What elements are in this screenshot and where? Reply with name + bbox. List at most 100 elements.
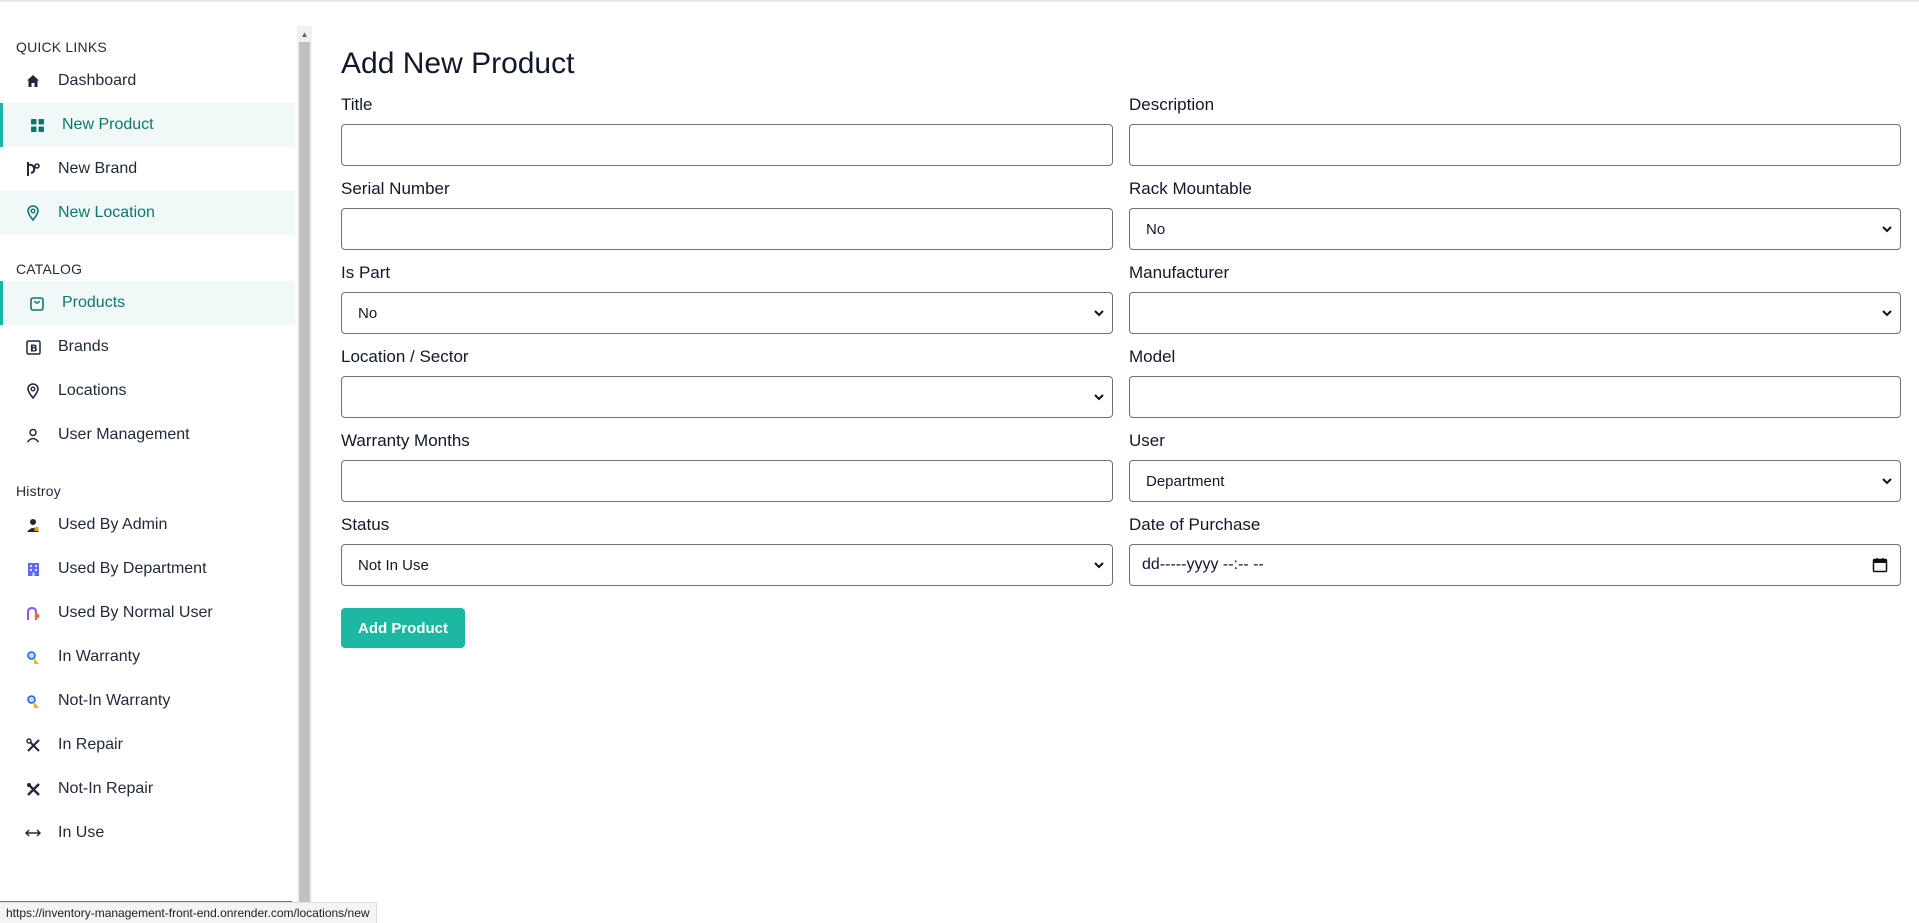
manufacturer-label: Manufacturer [1129,263,1230,282]
chevron-down-icon [1882,478,1892,485]
brand-icon [24,160,42,178]
sidebar-item-label: Not-In Warranty [58,692,171,709]
sidebar-item-label: Not-In Repair [58,780,154,797]
sidebar-item-brands[interactable]: B Brands [0,325,295,369]
warranty-months-input[interactable] [341,460,1113,502]
rack-mountable-select[interactable]: No [1129,208,1901,250]
grid-icon [28,116,46,134]
location-pin-icon [24,382,42,400]
status-value: Not In Use [358,556,429,574]
status-bar-url: https://inventory-management-front-end.o… [0,902,377,923]
location-pin-icon [24,204,42,222]
sidebar-item-label: Used By Admin [58,516,168,533]
sidebar-item-used-by-department[interactable]: Used By Department [0,547,295,591]
sidebar-item-label: New Location [58,204,155,221]
scroll-up-arrow-icon[interactable]: ▲ [297,26,312,42]
sidebar-item-user-management[interactable]: User Management [0,413,295,457]
chevron-down-icon [1094,394,1104,401]
field-title: Title [341,94,1113,166]
description-input[interactable] [1129,124,1901,166]
status-label: Status [341,515,390,534]
chevron-down-icon [1094,562,1104,569]
rack-mountable-value: No [1146,220,1166,238]
user-select[interactable]: Department [1129,460,1901,502]
sidebar-item-label: Products [62,294,126,311]
field-rack-mountable: Rack Mountable No [1129,178,1901,250]
sidebar-item-new-location[interactable]: New Location [0,191,295,235]
user-label: User [1129,431,1165,450]
sidebar: QUICK LINKS Dashboard New Product New Br… [0,26,295,902]
rack-mountable-label: Rack Mountable [1129,179,1252,198]
model-input[interactable] [1129,376,1901,418]
sidebar-item-not-in-warranty[interactable]: Not-In Warranty [0,679,295,723]
building-icon [24,560,42,578]
sidebar-item-in-use[interactable]: In Use [0,811,295,855]
chevron-down-icon [1882,226,1892,233]
field-location-sector: Location / Sector [341,346,1113,418]
serial-number-input[interactable] [341,208,1113,250]
sidebar-item-in-warranty[interactable]: In Warranty [0,635,295,679]
location-sector-label: Location / Sector [341,347,469,366]
sidebar-item-label: In Use [58,824,105,841]
manufacturer-select[interactable] [1129,292,1901,334]
add-product-button[interactable]: Add Product [341,608,465,648]
sidebar-item-label: In Repair [58,736,123,753]
sidebar-item-not-in-repair[interactable]: Not-In Repair [0,767,295,811]
sidebar-item-new-brand[interactable]: New Brand [0,147,295,191]
user-icon [24,426,42,444]
is-part-value: No [358,304,378,322]
sidebar-item-used-by-admin[interactable]: Used By Admin [0,503,295,547]
is-part-select[interactable]: No [341,292,1113,334]
chevron-down-icon [1882,310,1892,317]
sidebar-item-label: In Warranty [58,648,141,665]
admin-user-icon [24,516,42,534]
shopping-bag-icon [28,294,46,312]
sidebar-item-in-repair[interactable]: In Repair [0,723,295,767]
title-label: Title [341,95,373,114]
field-warranty-months: Warranty Months [341,430,1113,502]
sidebar-item-label: Locations [58,382,127,399]
scrollbar-thumb[interactable] [299,42,310,910]
field-description: Description [1129,94,1901,166]
title-input[interactable] [341,124,1113,166]
sidebar-item-label: New Product [62,116,154,133]
sidebar-item-used-by-normal-user[interactable]: Used By Normal User [0,591,295,635]
chevron-down-icon [1094,310,1104,317]
sidebar-item-label: New Brand [58,160,138,177]
field-manufacturer: Manufacturer [1129,262,1901,334]
date-of-purchase-label: Date of Purchase [1129,515,1261,534]
section-title-history: Histroy [16,483,61,499]
description-label: Description [1129,95,1215,114]
sidebar-item-label: Used By Normal User [58,604,213,621]
location-sector-select[interactable] [341,376,1113,418]
calendar-icon[interactable] [1872,557,1888,573]
is-part-label: Is Part [341,263,391,282]
field-serial-number: Serial Number [341,178,1113,250]
sidebar-item-locations[interactable]: Locations [0,369,295,413]
user-value: Department [1146,472,1225,490]
sidebar-scrollbar[interactable]: ▲ [297,26,312,910]
model-label: Model [1129,347,1176,366]
sidebar-item-label: Used By Department [58,560,207,577]
main-content: Add New Product Title Description Serial… [341,44,1901,648]
normal-user-icon [24,604,42,622]
field-is-part: Is Part No [341,262,1113,334]
tools-icon [24,736,42,754]
home-icon [24,72,42,90]
date-placeholder: dd-----yyyy --:-- -- [1142,556,1264,573]
sidebar-item-label: User Management [58,426,190,443]
page-title: Add New Product [341,47,575,80]
field-user: User Department [1129,430,1901,502]
tools-icon [24,780,42,798]
sidebar-item-label: Dashboard [58,72,137,89]
sidebar-item-dashboard[interactable]: Dashboard [0,59,295,103]
section-title-quick-links: QUICK LINKS [16,39,107,55]
field-status: Status Not In Use [341,514,1113,586]
arrows-horizontal-icon [24,824,42,842]
add-product-form: Title Description Serial Number Rack Mou… [341,94,1901,586]
sidebar-item-new-product[interactable]: New Product [0,103,295,147]
status-select[interactable]: Not In Use [341,544,1113,586]
date-of-purchase-input[interactable]: dd-----yyyy --:-- -- [1129,544,1901,586]
field-model: Model [1129,346,1901,418]
sidebar-item-products[interactable]: Products [0,281,295,325]
